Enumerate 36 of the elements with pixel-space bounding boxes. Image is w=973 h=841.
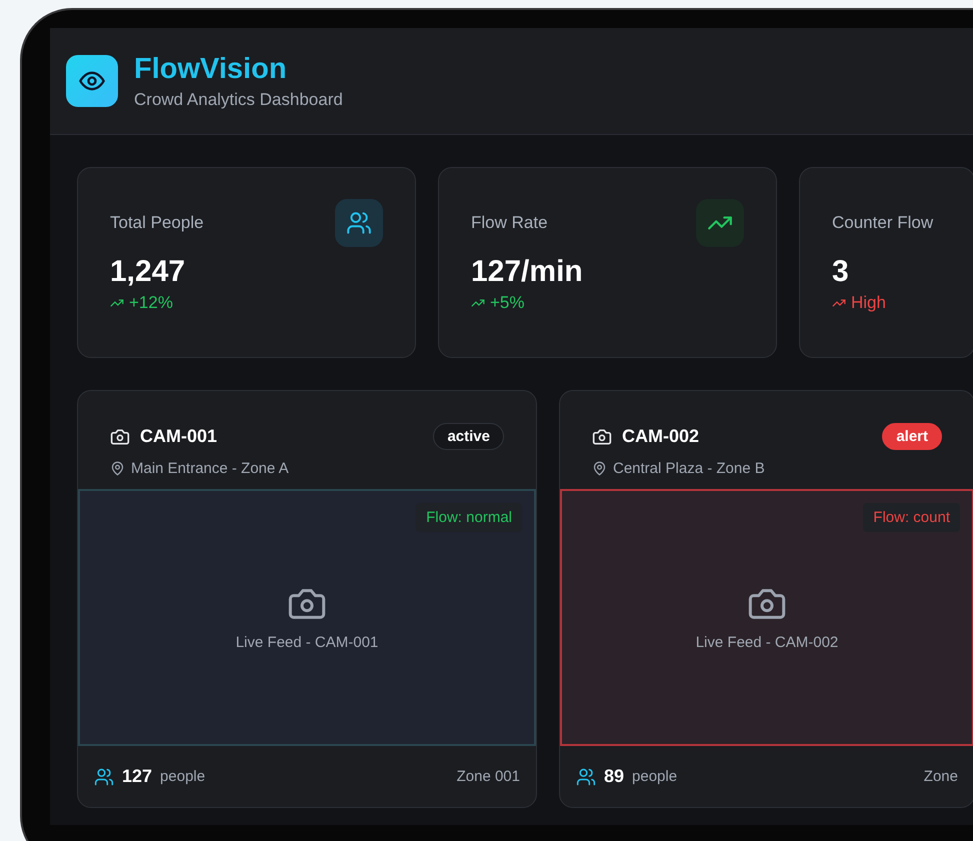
zone-label: Zone [924,768,958,785]
eye-logo-icon [66,55,118,107]
people-icon [94,766,114,786]
stat-value: 127/min [471,255,584,289]
count-unit: people [160,768,206,785]
app-title: FlowVision [134,52,288,86]
camera-name: CAM-001 [140,426,218,447]
camera-name: CAM-002 [622,426,700,447]
stat-label: Counter Flow [832,213,934,233]
feed-label: Live Feed - CAM-001 [236,634,378,651]
stat-value: 1,247 [110,255,186,289]
trend-value: +12% [129,293,173,313]
feed-label: Live Feed - CAM-002 [696,634,838,651]
app-subtitle: Crowd Analytics Dashboard [134,90,343,110]
trend-value: High [851,293,886,313]
people-icon [576,766,596,786]
count-unit: people [632,768,678,785]
people-count: 89 [604,766,624,787]
camera-location: Central Plaza - Zone B [613,460,765,477]
trend-value: +5% [490,293,524,313]
flow-status: Flow: count [863,503,960,532]
camera-location: Main Entrance - Zone A [131,460,289,477]
zone-label: Zone 001 [456,768,520,785]
location-pin-icon [110,461,125,476]
people-count: 127 [122,766,152,787]
trend-up-icon [696,199,744,247]
stat-label: Flow Rate [471,213,548,233]
stat-value: 3 [832,255,850,289]
status-badge: alert [882,423,942,450]
location-pin-icon [592,461,607,476]
stat-label: Total People [110,213,204,233]
flow-status: Flow: normal [416,503,522,532]
status-badge: active [433,423,504,450]
camera-icon [592,426,612,446]
camera-icon [110,426,130,446]
people-icon [335,199,383,247]
